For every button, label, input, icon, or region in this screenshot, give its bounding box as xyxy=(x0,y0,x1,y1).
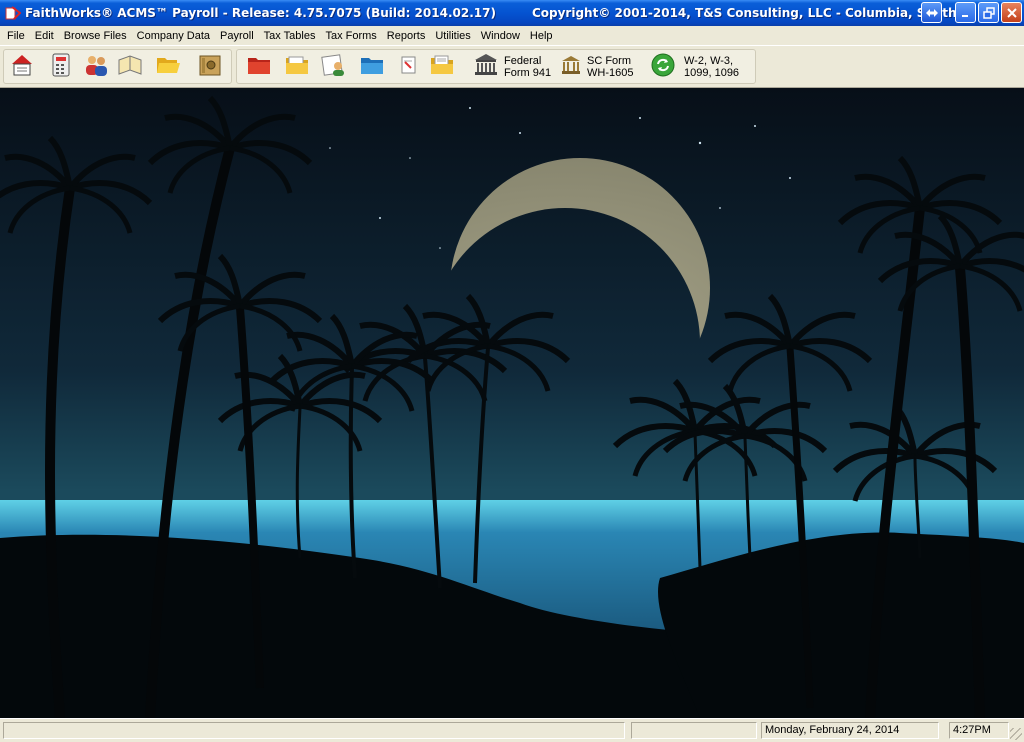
blue-folder-button[interactable] xyxy=(359,52,385,78)
sc-wh1605-label[interactable]: SC Form WH-1605 xyxy=(587,55,633,79)
federal-941-line1: Federal xyxy=(504,55,542,67)
w2-forms-line1: W-2, W-3, xyxy=(684,55,734,67)
menu-help[interactable]: Help xyxy=(525,30,558,42)
status-panel-main xyxy=(3,722,625,739)
menu-reports[interactable]: Reports xyxy=(382,30,431,42)
courthouse-icon xyxy=(475,54,497,75)
title-bar[interactable]: FaithWorks® ACMS™ Payroll - Release: 4.7… xyxy=(0,0,1024,26)
menu-tax-tables[interactable]: Tax Tables xyxy=(259,30,321,42)
close-button[interactable] xyxy=(1001,2,1022,23)
notepad-button[interactable] xyxy=(395,52,421,78)
open-folder-button[interactable] xyxy=(155,52,181,78)
federal-941-button[interactable] xyxy=(473,52,499,78)
menu-utilities[interactable]: Utilities xyxy=(430,30,475,42)
menu-edit[interactable]: Edit xyxy=(30,30,59,42)
status-date: Monday, February 24, 2014 xyxy=(761,722,939,739)
menu-tax-forms[interactable]: Tax Forms xyxy=(320,30,381,42)
yellow-folder-button[interactable] xyxy=(284,52,310,78)
safe-button[interactable] xyxy=(197,52,223,78)
company-setup-button[interactable] xyxy=(9,52,35,78)
journal-button[interactable] xyxy=(117,52,143,78)
menu-file[interactable]: File xyxy=(2,30,30,42)
window-copyright: Copyright© 2001-2014, T&S Consulting, LL… xyxy=(531,6,960,20)
resize-toggle-button[interactable] xyxy=(921,2,942,23)
yellow-folder-icon xyxy=(286,56,308,74)
resize-grip[interactable] xyxy=(1010,728,1022,740)
folder-open-icon xyxy=(157,58,180,73)
company-setup-icon xyxy=(12,55,32,76)
sc-wh1605-line1: SC Form xyxy=(587,55,631,67)
menu-window[interactable]: Window xyxy=(476,30,525,42)
red-folder-button[interactable] xyxy=(246,52,272,78)
w2-forms-line2: 1099, 1096 xyxy=(684,67,740,79)
calculator-icon xyxy=(52,53,70,77)
restore-icon xyxy=(982,6,995,19)
w2-forms-button[interactable] xyxy=(650,52,676,78)
menu-bar: File Edit Browse Files Company Data Payr… xyxy=(0,26,1024,45)
menu-browse-files[interactable]: Browse Files xyxy=(59,30,132,42)
menu-payroll[interactable]: Payroll xyxy=(215,30,259,42)
tropical-night-wallpaper xyxy=(0,88,1024,718)
employees-button[interactable] xyxy=(83,52,109,78)
restore-button[interactable] xyxy=(978,2,999,23)
federal-941-label[interactable]: Federal Form 941 xyxy=(504,55,551,79)
employee-card-icon xyxy=(321,54,344,76)
desktop-background xyxy=(0,88,1024,718)
w2-forms-label[interactable]: W-2, W-3, 1099, 1096 xyxy=(684,55,739,79)
documents-folder-button[interactable] xyxy=(429,52,455,78)
federal-941-line2: Form 941 xyxy=(504,67,552,79)
notepad-icon xyxy=(401,56,416,74)
journal-icon xyxy=(118,55,142,75)
bank-icon xyxy=(562,56,580,74)
menu-company-data[interactable]: Company Data xyxy=(132,30,215,42)
minimize-button[interactable] xyxy=(955,2,976,23)
sc-wh1605-line2: WH-1605 xyxy=(587,67,634,79)
employee-card-button[interactable] xyxy=(321,52,347,78)
window-title: FaithWorks® ACMS™ Payroll - Release: 4.7… xyxy=(25,6,496,20)
minimize-icon xyxy=(961,14,968,17)
safe-icon xyxy=(199,55,221,76)
status-panel-secondary xyxy=(631,722,757,739)
blue-folder-icon xyxy=(361,58,383,74)
status-time: 4:27PM xyxy=(949,722,1009,739)
calculator-button[interactable] xyxy=(48,52,74,78)
close-icon xyxy=(1006,7,1017,18)
green-refresh-icon xyxy=(651,53,675,77)
yellow-folder-docs-icon xyxy=(431,55,453,74)
employees-icon xyxy=(86,56,107,76)
status-bar: Monday, February 24, 2014 4:27PM xyxy=(0,718,1024,742)
red-folder-icon xyxy=(248,58,270,74)
sc-wh1605-button[interactable] xyxy=(558,52,584,78)
app-icon[interactable] xyxy=(5,5,22,21)
double-arrow-icon xyxy=(925,8,938,17)
toolbar: Federal Form 941 SC Form WH-1605 W-2, W-… xyxy=(0,45,1024,88)
